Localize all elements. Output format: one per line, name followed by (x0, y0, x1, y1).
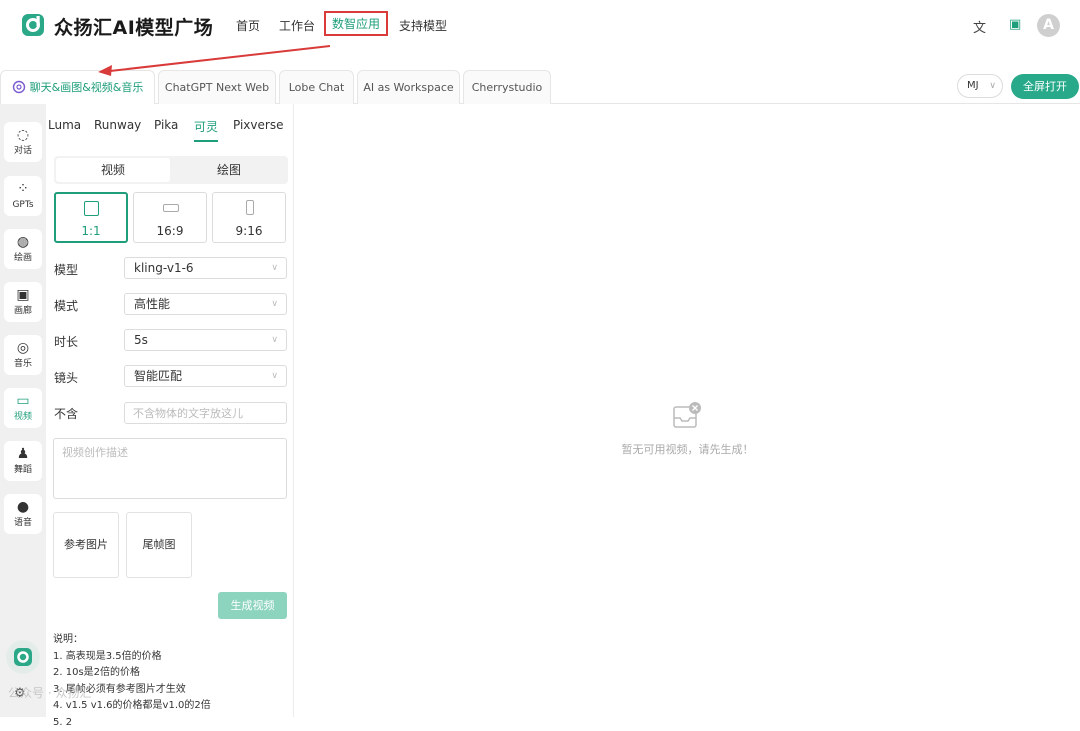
segment-draw[interactable]: 绘图 (172, 158, 286, 182)
fullscreen-button[interactable]: 全屏打开 (1011, 74, 1079, 99)
empty-state-text: 暂无可用视频，请先生成！ (295, 441, 1080, 457)
end-frame-upload[interactable]: 尾帧图 (126, 512, 192, 578)
video-config-panel: Luma Runway Pika 可灵 Pixverse 视频 绘图 1:1 1… (46, 104, 294, 717)
tab-chatgpt-next-web[interactable]: ChatGPT Next Web (158, 70, 276, 104)
sidebar-item-dance[interactable]: ♟ 舞蹈 (4, 441, 42, 481)
chevron-down-icon: ∨ (271, 258, 278, 278)
left-rail: ◌ 对话 ⁘ GPTs ◍ 绘画 ▣ 画廊 ◎ 音乐 ▭ 视频 ♟ 舞蹈 ● 语… (0, 104, 46, 717)
nav-workbench[interactable]: 工作台 (279, 17, 315, 34)
openai-icon (12, 80, 26, 94)
chat-icon: ◌ (4, 125, 42, 145)
negative-prompt-input[interactable] (124, 402, 287, 424)
tab-label: 聊天&画图&视频&音乐 (30, 81, 144, 94)
tab-keling[interactable]: 可灵 (194, 118, 218, 142)
sidebar-item-music[interactable]: ◎ 音乐 (4, 335, 42, 375)
nav-home[interactable]: 首页 (236, 17, 260, 34)
tab-ai-workspace[interactable]: AI as Workspace (357, 70, 460, 104)
tab-cherrystudio[interactable]: Cherrystudio (463, 70, 551, 104)
robot-icon[interactable]: ▣ (1009, 17, 1021, 32)
tab-luma[interactable]: Luma (48, 118, 81, 132)
model-dropdown[interactable]: kling-v1-6 ∨ (124, 257, 287, 279)
mic-icon: ● (4, 497, 42, 517)
chevron-down-icon: ∨ (271, 330, 278, 350)
reference-image-upload[interactable]: 参考图片 (53, 512, 119, 578)
sidebar-item-gallery[interactable]: ▣ 画廊 (4, 282, 42, 322)
camera-dropdown[interactable]: 智能匹配 ∨ (124, 365, 287, 387)
portrait-icon (246, 200, 254, 215)
segment-video[interactable]: 视频 (56, 158, 170, 182)
ratio-16-9[interactable]: 16:9 (133, 192, 207, 243)
duration-label: 时长 (54, 333, 78, 350)
watermark: 公众号 · 众扬汇 (8, 684, 91, 701)
sidebar-item-voice[interactable]: ● 语音 (4, 494, 42, 534)
tab-pixverse[interactable]: Pixverse (233, 118, 283, 132)
generate-video-button[interactable]: 生成视频 (218, 592, 287, 619)
mode-dropdown[interactable]: 高性能 ∨ (124, 293, 287, 315)
grid-icon: ⁘ (4, 179, 42, 199)
duration-dropdown[interactable]: 5s ∨ (124, 329, 287, 351)
top-bar: 众扬汇AI模型广场 首页 工作台 数智应用 支持模型 文 ▣ A (0, 0, 1080, 54)
sidebar-item-gpts[interactable]: ⁘ GPTs (4, 176, 42, 216)
tab-lobe-chat[interactable]: Lobe Chat (279, 70, 354, 104)
video-prompt-textarea[interactable] (53, 438, 287, 499)
sidebar-item-draw[interactable]: ◍ 绘画 (4, 229, 42, 269)
mode-label: 模式 (54, 297, 78, 314)
music-icon: ◎ (4, 338, 42, 358)
palette-icon: ◍ (4, 232, 42, 252)
mode-segment: 视频 绘图 (54, 156, 288, 184)
translate-icon[interactable]: 文 (973, 17, 986, 36)
model-label: 模型 (54, 261, 78, 278)
ratio-9-16[interactable]: 9:16 (212, 192, 286, 243)
avatar[interactable]: A (1037, 14, 1060, 37)
video-icon: ▭ (4, 391, 42, 411)
model-select[interactable]: MJ ∨ (957, 74, 1003, 98)
app-tabs: 聊天&画图&视频&音乐 ChatGPT Next Web Lobe Chat A… (0, 70, 1080, 104)
bottom-logo-icon (6, 640, 40, 674)
chevron-down-icon: ∨ (989, 75, 996, 97)
chevron-down-icon: ∨ (271, 366, 278, 386)
nav-apps[interactable]: 数智应用 (324, 11, 388, 36)
dance-icon: ♟ (4, 444, 42, 464)
ratio-1-1[interactable]: 1:1 (54, 192, 128, 243)
notes-title: 说明： (53, 632, 211, 649)
tab-pika[interactable]: Pika (154, 118, 178, 132)
note-item: 1. 高表现是3.5倍的价格 (53, 649, 211, 666)
note-item: 2. 10s是2倍的价格 (53, 665, 211, 682)
empty-inbox-icon (671, 401, 703, 431)
tab-chat-draw-video-music[interactable]: 聊天&画图&视频&音乐 (0, 70, 155, 105)
image-icon: ▣ (4, 285, 42, 305)
tab-runway[interactable]: Runway (94, 118, 141, 132)
model-select-value: MJ (967, 80, 979, 91)
landscape-icon (163, 204, 179, 212)
nav-models[interactable]: 支持模型 (399, 17, 447, 34)
camera-label: 镜头 (54, 369, 78, 386)
notes: 说明： 1. 高表现是3.5倍的价格 2. 10s是2倍的价格 3. 尾帧必须有… (53, 632, 211, 731)
exclude-label: 不含 (54, 405, 78, 422)
square-icon (84, 201, 99, 216)
chevron-down-icon: ∨ (271, 294, 278, 314)
sidebar-item-chat[interactable]: ◌ 对话 (4, 122, 42, 162)
video-result-area: 暂无可用视频，请先生成！ (295, 104, 1080, 717)
brand-title: 众扬汇AI模型广场 (54, 13, 213, 40)
logo-icon (20, 12, 46, 38)
sidebar-item-video[interactable]: ▭ 视频 (4, 388, 42, 428)
